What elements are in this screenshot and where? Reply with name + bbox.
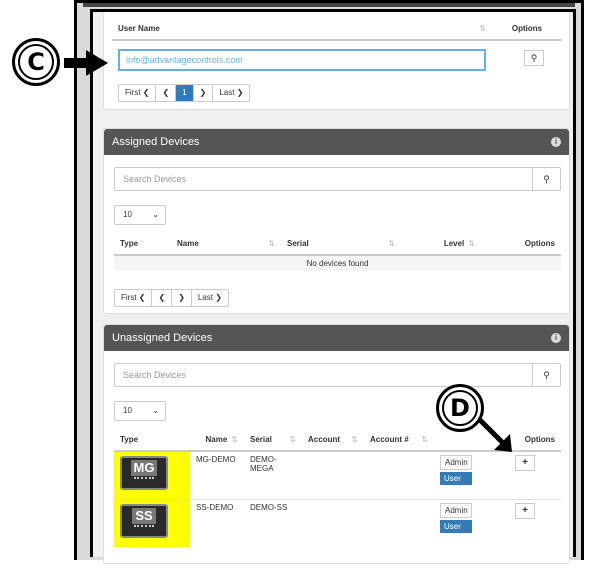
user-search-button[interactable]: ⚲	[524, 50, 544, 66]
pager-prev[interactable]: ❮	[152, 290, 173, 306]
chevron-down-icon: ⌄	[152, 210, 159, 219]
column-header-account[interactable]: Account ⇅	[302, 429, 364, 452]
admin-level-button[interactable]: Admin	[440, 455, 472, 470]
add-device-button[interactable]: +	[515, 455, 535, 471]
device-account-number	[364, 498, 434, 547]
info-icon[interactable]: i	[551, 137, 561, 147]
column-header-options: Options	[492, 18, 562, 41]
empty-message: No devices found	[114, 254, 561, 271]
chevron-down-icon: ⌄	[152, 406, 159, 415]
column-header-level[interactable]: Level ⇅	[400, 233, 481, 256]
add-device-button[interactable]: +	[515, 502, 535, 519]
column-header-name[interactable]: Name ⇅	[170, 233, 281, 256]
device-serial: DEMO-SS	[244, 498, 302, 547]
users-pager: First ❮ ❮ 1 ❯ Last ❯	[118, 84, 251, 102]
unassigned-page-size-select[interactable]: 10 ⌄	[114, 401, 166, 421]
sort-icon[interactable]: ⇅	[421, 435, 428, 444]
column-header-user-name[interactable]: User Name ⇅	[112, 18, 492, 41]
search-icon: ⚲	[543, 370, 550, 380]
empty-row: No devices found	[114, 254, 561, 271]
sort-icon[interactable]: ⇅	[479, 24, 486, 33]
device-serial: DEMO-MEGA	[244, 450, 302, 499]
search-placeholder: Search Devices	[123, 370, 187, 380]
assigned-devices-table: Type Name ⇅ Serial ⇅ Level ⇅ Options No dev…	[114, 233, 561, 271]
pager-first[interactable]: First ❮	[115, 290, 153, 306]
inner-window-frame: User Name ⇅ Options info@advantagecontrol…	[90, 9, 576, 564]
callout-d-arrow-icon	[478, 418, 512, 452]
assigned-devices-header: Assigned Devices i	[104, 129, 569, 155]
assigned-devices-panel: Assigned Devices i Search Devices ⚲ 10 ⌄…	[103, 128, 570, 314]
search-icon: ⚲	[543, 174, 550, 184]
device-account	[302, 450, 364, 499]
assigned-pager: First ❮ ❮ ❯ Last ❯	[114, 289, 229, 307]
device-account	[302, 498, 364, 547]
callout-c-arrow-icon	[64, 50, 108, 76]
user-level-button[interactable]: User	[440, 519, 472, 533]
pager-next[interactable]: ❯	[172, 290, 192, 306]
search-icon: ⚲	[530, 53, 538, 63]
assigned-search-input[interactable]: Search Devices ⚲	[114, 167, 561, 191]
callout-d-badge: D	[436, 384, 484, 432]
pager-prev[interactable]: ❮	[156, 85, 177, 101]
column-header-type: Type	[114, 233, 171, 256]
sort-icon[interactable]: ⇅	[388, 239, 395, 248]
column-header-serial[interactable]: Serial ⇅	[280, 233, 401, 256]
assigned-page-size-select[interactable]: 10 ⌄	[114, 205, 166, 225]
pager-first[interactable]: First ❮	[119, 85, 157, 101]
user-name-input[interactable]: info@advantagecontrols.com	[118, 49, 486, 71]
pager-next[interactable]: ❯	[194, 85, 214, 101]
column-header-type: Type	[114, 429, 190, 452]
search-button[interactable]: ⚲	[532, 168, 560, 190]
device-options: +	[489, 498, 561, 547]
search-placeholder: Search Devices	[123, 174, 187, 184]
column-header-account-number[interactable]: Account # ⇅	[364, 429, 434, 452]
sort-icon[interactable]: ⇅	[268, 239, 275, 248]
device-name: MG-DEMO	[190, 450, 244, 499]
top-bar	[83, 3, 575, 7]
unassigned-search-input[interactable]: Search Devices ⚲	[114, 363, 561, 387]
user-level-button[interactable]: User	[440, 472, 472, 485]
search-button[interactable]: ⚲	[532, 364, 560, 386]
callout-c-badge: C	[12, 38, 60, 86]
admin-level-button[interactable]: Admin	[440, 502, 472, 518]
page-size-value: 10	[123, 210, 132, 219]
users-table: User Name ⇅ Options	[112, 18, 562, 41]
ss-device-icon: SS	[120, 503, 168, 538]
device-name: SS-DEMO	[190, 498, 244, 547]
pager-last[interactable]: Last ❯	[192, 290, 228, 306]
unassigned-devices-title: Unassigned Devices	[112, 332, 213, 344]
pager-last[interactable]: Last ❯	[213, 85, 249, 101]
device-type-cell: SS	[114, 498, 190, 547]
column-header-options: Options	[480, 233, 561, 256]
column-header-name[interactable]: Name ⇅	[190, 429, 244, 452]
mega-device-icon: MG	[120, 456, 168, 490]
unassigned-devices-header: Unassigned Devices i	[104, 325, 569, 351]
sort-icon[interactable]: ⇅	[231, 435, 238, 444]
table-row: MG MG-DEMO DEMO-MEGA Admin User +	[114, 450, 561, 499]
device-level: Admin User	[434, 498, 489, 547]
assigned-devices-title: Assigned Devices	[112, 136, 200, 148]
page-size-value: 10	[123, 406, 132, 415]
table-row: SS SS-DEMO DEMO-SS Admin User +	[114, 498, 561, 547]
sort-icon[interactable]: ⇅	[351, 435, 358, 444]
device-level: Admin User	[434, 450, 489, 499]
device-type-cell: MG	[114, 450, 190, 499]
sort-icon[interactable]: ⇅	[289, 435, 296, 444]
info-icon[interactable]: i	[551, 333, 561, 343]
users-panel: User Name ⇅ Options info@advantagecontrol…	[103, 12, 570, 110]
pager-page-1[interactable]: 1	[176, 85, 194, 101]
device-account-number	[364, 450, 434, 499]
column-header-serial[interactable]: Serial ⇅	[244, 429, 302, 452]
device-options: +	[489, 450, 561, 499]
sort-icon[interactable]: ⇅	[468, 239, 475, 248]
